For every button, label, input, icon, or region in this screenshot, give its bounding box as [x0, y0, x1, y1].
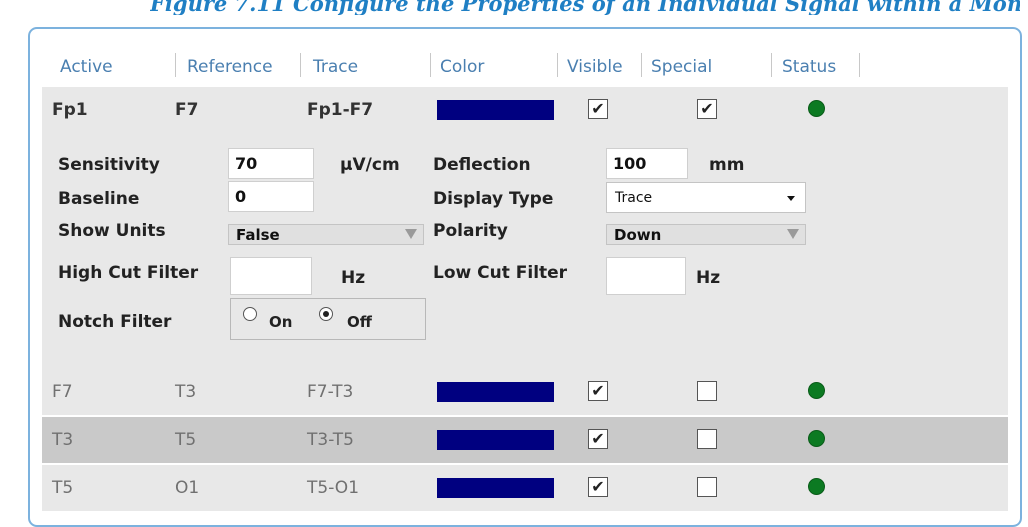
cell-trace: F7-T3 [307, 382, 354, 402]
baseline-input[interactable]: 0 [228, 181, 314, 212]
table-row[interactable]: F7 T3 F7-T3 ✔ [42, 369, 1008, 415]
show-units-value: False [236, 226, 280, 244]
visible-checkbox[interactable]: ✔ [588, 429, 608, 449]
special-checkbox[interactable] [697, 429, 717, 449]
table-row[interactable]: T5 O1 T5-O1 ✔ [42, 465, 1008, 511]
color-swatch[interactable] [437, 382, 554, 402]
low-cut-input[interactable] [606, 257, 686, 295]
polarity-label: Polarity [433, 221, 508, 241]
notch-on-label: On [269, 313, 293, 331]
cell-reference: T3 [175, 382, 197, 402]
visible-checkbox[interactable]: ✔ [588, 381, 608, 401]
col-color: Color [440, 57, 485, 77]
col-separator[interactable] [300, 53, 301, 77]
show-units-label: Show Units [58, 221, 166, 241]
montage-signal-panel: Active Reference Trace Color Visible Spe… [28, 27, 1022, 527]
deflection-label: Deflection [433, 155, 531, 175]
col-reference: Reference [187, 57, 273, 77]
signal-details-panel: Sensitivity 70 µV/cm Deflection 100 mm B… [42, 133, 1008, 369]
cell-trace: T5-O1 [307, 478, 360, 498]
visible-checkbox[interactable]: ✔ [588, 477, 608, 497]
cell-active: Fp1 [52, 100, 88, 120]
deflection-unit: mm [709, 155, 745, 175]
special-checkbox[interactable] [697, 477, 717, 497]
table-row[interactable]: T3 T5 T3-T5 ✔ [42, 417, 1008, 463]
col-separator[interactable] [175, 53, 176, 77]
notch-filter-label: Notch Filter [58, 312, 172, 332]
col-separator[interactable] [641, 53, 642, 77]
notch-off-label: Off [347, 313, 372, 331]
status-dot-icon [808, 430, 825, 447]
status-dot-icon [808, 382, 825, 399]
table-row-selected[interactable]: Fp1 F7 Fp1-F7 ✔ ✔ [42, 87, 1008, 133]
chevron-down-icon [787, 229, 799, 239]
col-separator[interactable] [430, 53, 431, 77]
display-type-label: Display Type [433, 189, 554, 209]
col-trace: Trace [313, 57, 359, 77]
chevron-down-icon [787, 196, 795, 201]
color-swatch[interactable] [437, 430, 554, 450]
display-type-select[interactable]: Trace [606, 182, 806, 213]
show-units-select[interactable]: False [228, 224, 424, 245]
sensitivity-label: Sensitivity [58, 155, 160, 175]
color-swatch[interactable] [437, 478, 554, 498]
cell-active: T5 [52, 478, 74, 498]
col-separator[interactable] [859, 53, 860, 77]
sensitivity-input[interactable]: 70 [228, 148, 314, 179]
special-checkbox[interactable] [697, 381, 717, 401]
sensitivity-unit: µV/cm [340, 155, 400, 175]
cell-active: F7 [52, 382, 73, 402]
display-type-value: Trace [615, 190, 653, 206]
high-cut-input[interactable] [230, 257, 312, 295]
baseline-label: Baseline [58, 189, 140, 209]
col-visible: Visible [567, 57, 623, 77]
high-cut-label: High Cut Filter [58, 263, 199, 283]
cell-active: T3 [52, 430, 74, 450]
col-special: Special [651, 57, 713, 77]
chevron-down-icon [405, 229, 417, 239]
visible-checkbox[interactable]: ✔ [588, 99, 608, 119]
col-status: Status [782, 57, 837, 77]
low-cut-unit: Hz [696, 268, 721, 288]
col-separator[interactable] [557, 53, 558, 77]
status-dot-icon [808, 100, 825, 117]
cell-reference: F7 [175, 100, 199, 120]
deflection-input[interactable]: 100 [606, 148, 688, 179]
status-dot-icon [808, 478, 825, 495]
cell-reference: T5 [175, 430, 197, 450]
col-active: Active [60, 57, 113, 77]
color-swatch[interactable] [437, 100, 554, 120]
notch-filter-group: On Off [230, 298, 426, 340]
cell-trace: Fp1-F7 [307, 100, 374, 120]
special-checkbox[interactable]: ✔ [697, 99, 717, 119]
figure-caption: Figure 7.11 Configure the Properties of … [150, 0, 1020, 15]
cell-reference: O1 [175, 478, 200, 498]
col-separator[interactable] [771, 53, 772, 77]
cell-trace: T3-T5 [307, 430, 354, 450]
high-cut-unit: Hz [341, 268, 366, 288]
polarity-select[interactable]: Down [606, 224, 806, 245]
low-cut-label: Low Cut Filter [433, 263, 568, 283]
notch-on-radio[interactable] [243, 307, 257, 321]
polarity-value: Down [614, 226, 662, 244]
notch-off-radio[interactable] [319, 307, 333, 321]
